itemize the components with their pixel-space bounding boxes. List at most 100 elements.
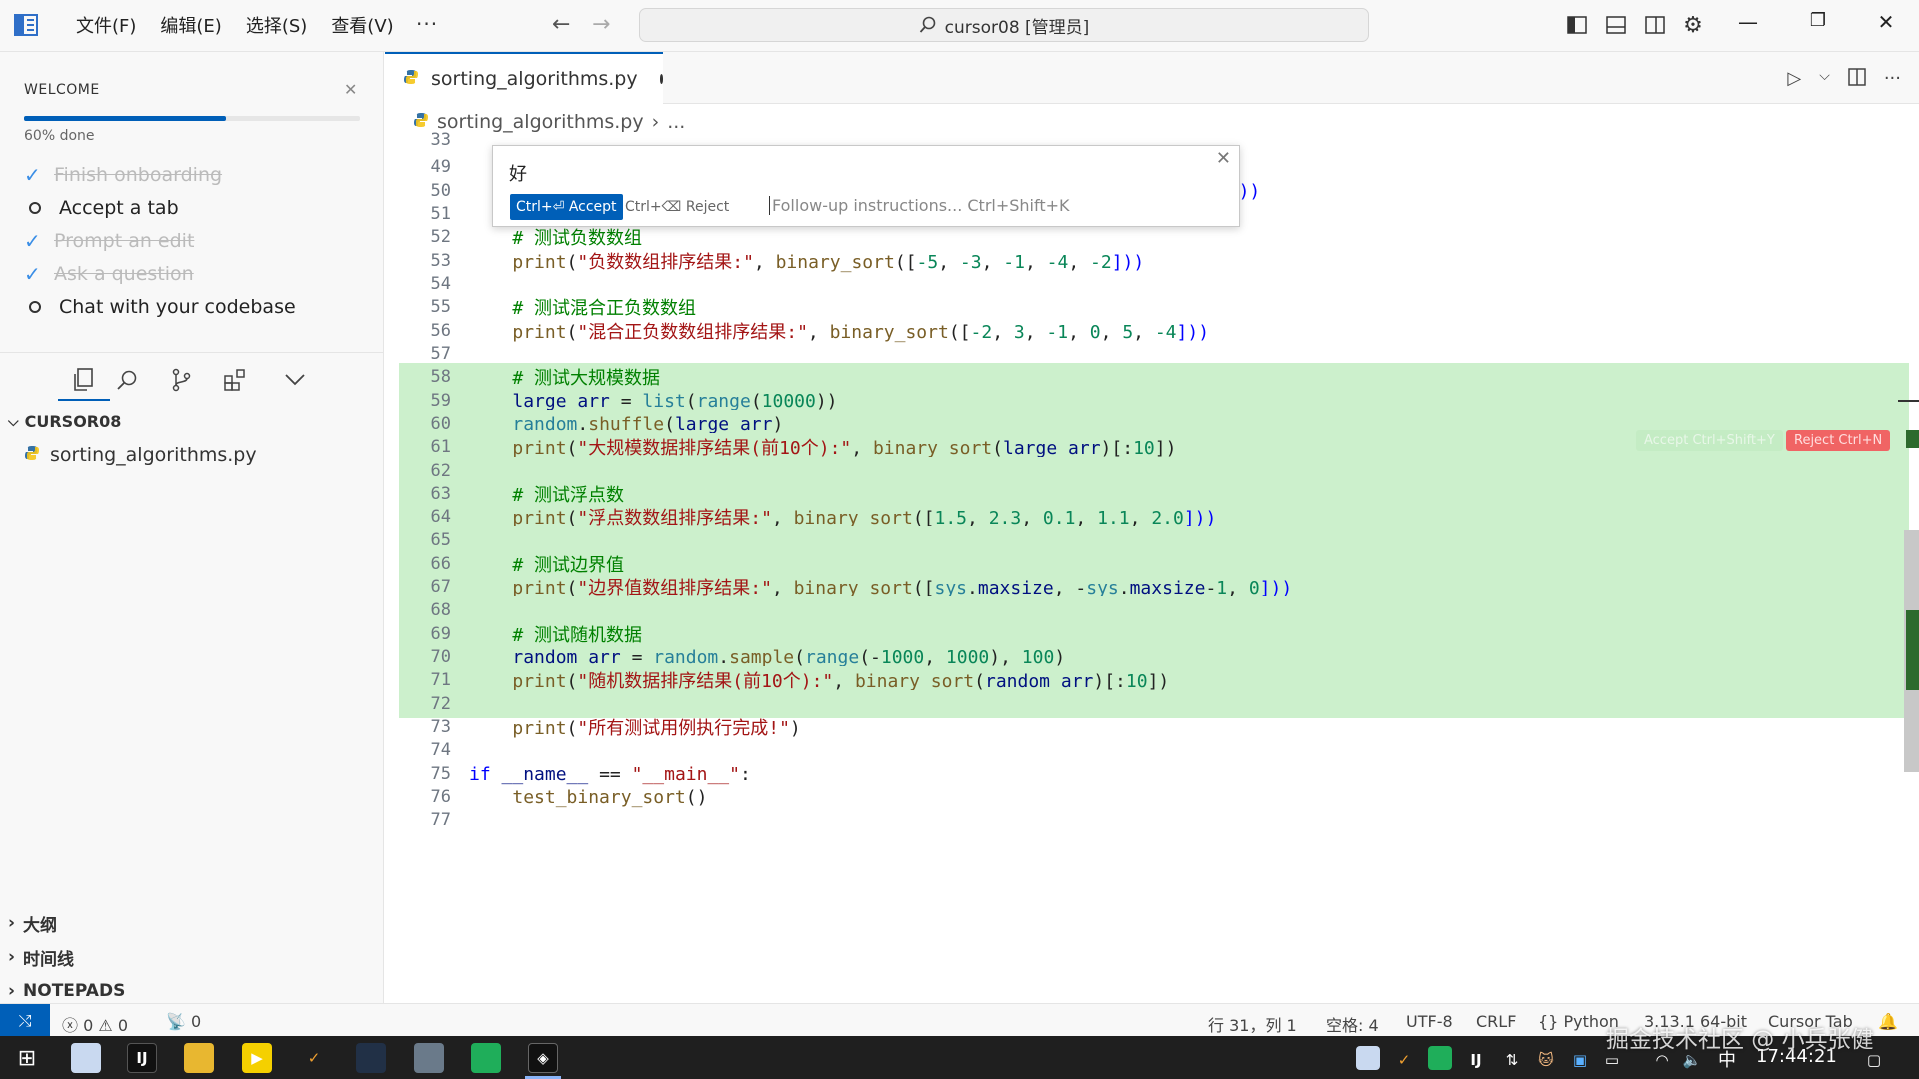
code-token: ]) — [1154, 438, 1177, 459]
more-actions-icon[interactable]: ··· — [1884, 68, 1901, 91]
code-token: , — [833, 671, 855, 692]
cursor-app-icon[interactable]: ◈ — [528, 1043, 558, 1073]
code-token: range — [696, 390, 751, 412]
onboarding-item[interactable]: Accept a tab — [24, 191, 296, 224]
indentation[interactable]: 空格: 4 — [1326, 1012, 1379, 1036]
accept-diff-button[interactable]: Accept Ctrl+Shift+Y — [1636, 430, 1783, 451]
onboarding-item[interactable]: ✓ Finish onboarding — [24, 158, 296, 191]
code-token: . — [718, 646, 730, 668]
minimize-icon[interactable]: — — [1728, 10, 1768, 34]
cursor-logo-icon — [14, 14, 38, 36]
code-token: ( — [974, 671, 985, 692]
toggle-primary-sidebar-icon[interactable] — [1564, 12, 1590, 38]
code-token: == — [588, 763, 632, 785]
line-ending[interactable]: CRLF — [1476, 1012, 1516, 1031]
remote-desktop-icon[interactable] — [414, 1043, 444, 1073]
close-icon[interactable]: ✕ — [344, 80, 357, 99]
unsaved-dot-icon[interactable] — [659, 74, 663, 84]
code-token: print — [512, 438, 567, 459]
code-token: # 测试负数数组 — [512, 228, 643, 249]
file-name: sorting_algorithms.py — [50, 444, 257, 466]
onboarding-item[interactable]: ✓ Ask a question — [24, 257, 296, 290]
search-icon[interactable] — [112, 365, 142, 395]
followup-input[interactable]: Follow-up instructions... Ctrl+Shift+K — [769, 196, 1070, 215]
todo-check-icon[interactable]: ✓ — [299, 1043, 329, 1073]
reject-button[interactable]: Ctrl+⌫ Reject — [619, 194, 735, 220]
source-control-icon[interactable] — [166, 365, 196, 395]
code-token: random — [653, 646, 719, 668]
app-green-icon[interactable] — [471, 1043, 501, 1073]
code-token: print — [512, 671, 567, 692]
forward-arrow-icon[interactable]: → — [592, 12, 610, 37]
code-text: if __name__ == "__main__": — [469, 764, 751, 785]
cursor-position[interactable]: 行 31，列 1 — [1208, 1012, 1297, 1036]
run-play-icon[interactable]: ▷ — [1787, 68, 1801, 91]
toggle-panel-icon[interactable] — [1603, 12, 1629, 38]
tab-title: sorting_algorithms.py — [431, 68, 638, 90]
chevron-down-icon[interactable]: ⌵ — [1819, 68, 1830, 91]
split-editor-icon[interactable] — [1848, 68, 1866, 91]
code-token: 100 — [1021, 646, 1055, 668]
problems-indicator[interactable]: ⓧ 0 ⚠ 0 — [62, 1012, 128, 1036]
circle-icon — [29, 201, 41, 214]
prompt-text[interactable]: 好 — [509, 160, 527, 186]
line-number: 65 — [430, 530, 451, 550]
tray-avatar-icon[interactable] — [1356, 1046, 1380, 1070]
file-explorer-icon[interactable] — [184, 1043, 214, 1073]
menu-selection[interactable]: 选择(S) — [234, 14, 319, 40]
line-number: 56 — [430, 321, 451, 341]
code-token: large_arr — [674, 413, 773, 435]
close-icon[interactable]: ✕ — [1216, 148, 1231, 169]
toggle-secondary-sidebar-icon[interactable] — [1642, 12, 1668, 38]
onboarding-item[interactable]: Chat with your codebase — [24, 290, 296, 323]
code-line[interactable]: 77 — [385, 806, 1895, 834]
tray-cat-icon[interactable]: 🐱 — [1534, 1045, 1558, 1075]
code-token: binary_sort — [854, 671, 975, 692]
extensions-icon[interactable] — [220, 365, 250, 395]
section-timeline[interactable]: › 时间线 — [8, 940, 125, 974]
command-center-search[interactable]: cursor08 [管理员] — [639, 8, 1369, 42]
watermark: 掘金技术社区 @ 小兵张健 — [1606, 1027, 1874, 1053]
tray-green-icon[interactable] — [1428, 1046, 1452, 1070]
settings-gear-icon[interactable]: ⚙ — [1680, 12, 1706, 38]
tray-network-icon[interactable]: ⇅ — [1500, 1045, 1524, 1075]
code-editor[interactable]: 334950 5, 9, 2, 6, 5, 3, 5]))5152 # 测试负数… — [385, 130, 1919, 1003]
notifications-bell-icon[interactable]: 🔔 — [1878, 1012, 1898, 1031]
media-player-icon[interactable]: ▶ — [242, 1043, 272, 1073]
onboarding-item[interactable]: ✓ Prompt an edit — [24, 224, 296, 257]
app-avatar-icon[interactable] — [71, 1043, 101, 1073]
tray-ij-icon[interactable]: IJ — [1464, 1045, 1488, 1075]
chevron-down-icon[interactable] — [280, 365, 310, 395]
progress-text: 60% done — [24, 128, 95, 144]
menu-edit[interactable]: 编辑(E) — [148, 14, 233, 40]
app-game-icon[interactable] — [356, 1043, 386, 1073]
menu-view[interactable]: 查看(V) — [319, 14, 405, 40]
restore-icon[interactable]: ❐ — [1798, 10, 1838, 31]
code-token: if — [469, 763, 491, 785]
tray-display-icon[interactable]: ▣ — [1568, 1045, 1592, 1075]
code-token: sample — [729, 646, 795, 668]
files-explorer-icon[interactable] — [68, 365, 98, 395]
reject-diff-button[interactable]: Reject Ctrl+N — [1786, 430, 1891, 451]
remote-indicator-icon[interactable]: ⤭ — [0, 1004, 50, 1037]
section-outline[interactable]: › 大纲 — [8, 906, 125, 940]
menu-file[interactable]: 文件(F) — [64, 14, 148, 40]
accept-button[interactable]: Ctrl+⏎ Accept — [510, 194, 623, 220]
explorer-file-item[interactable]: sorting_algorithms.py — [24, 444, 257, 466]
more-menu-icon[interactable]: ··· — [416, 12, 438, 36]
tray-todo-icon[interactable]: ✓ — [1392, 1045, 1416, 1075]
encoding[interactable]: UTF-8 — [1406, 1012, 1453, 1031]
explorer-folder-header[interactable]: ⌵ CURSOR08 — [8, 412, 121, 431]
back-arrow-icon[interactable]: ← — [552, 12, 570, 37]
close-window-icon[interactable]: ✕ — [1866, 10, 1906, 34]
ports-indicator[interactable]: 📡 0 — [166, 1012, 201, 1031]
editor-tab[interactable]: sorting_algorithms.py — [385, 52, 663, 104]
warning-icon: ⚠ — [98, 1016, 113, 1035]
intellij-icon[interactable]: IJ — [127, 1043, 157, 1073]
sidebar: WELCOME ✕ 60% done ✓ Finish onboarding Acc… — [0, 52, 384, 1003]
code-token: ( — [664, 413, 675, 435]
windows-start-icon[interactable]: ⊞ — [12, 1043, 42, 1073]
